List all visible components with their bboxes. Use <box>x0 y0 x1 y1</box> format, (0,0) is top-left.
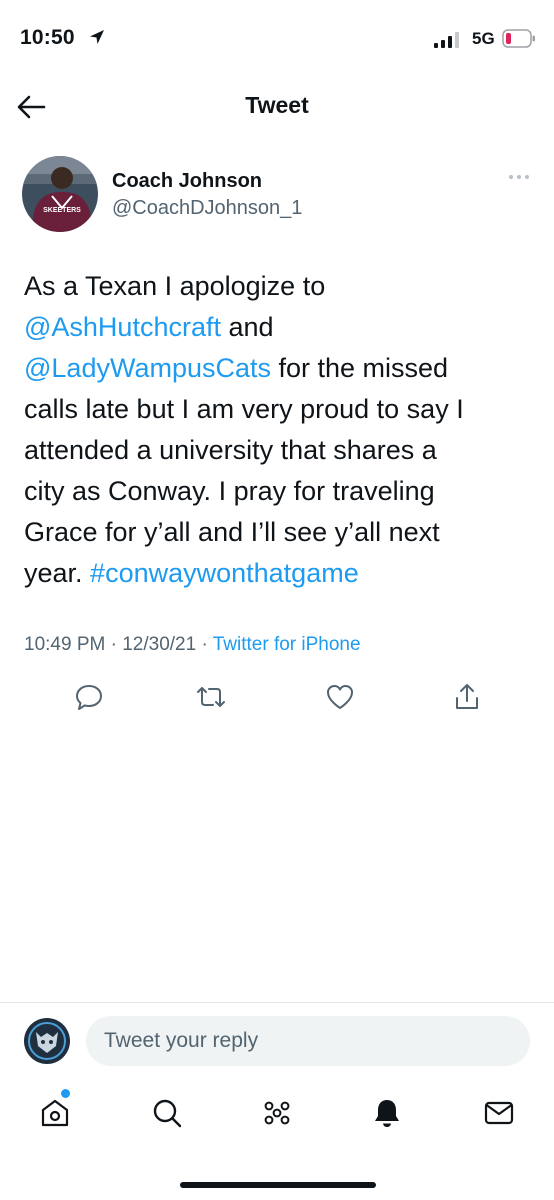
reply-icon[interactable] <box>74 682 104 712</box>
battery-icon <box>502 29 535 48</box>
tweet-text-segment: Grace for y’all and I’ll see y’all next <box>24 517 440 547</box>
tweet-text-segment: year. <box>24 558 91 588</box>
reply-bar-divider <box>0 1002 554 1003</box>
hashtag-link[interactable]: #conwaywonthatgame <box>90 558 359 588</box>
tweet-line: attended a university that shares a <box>24 430 534 471</box>
avatar-shirt-text: SKEETERS <box>43 207 81 214</box>
spaces-icon[interactable] <box>260 1096 294 1130</box>
author-handle[interactable]: @CoachDJohnson_1 <box>112 197 302 220</box>
share-icon[interactable] <box>452 682 482 712</box>
location-arrow-icon <box>90 30 104 44</box>
tweet-line: calls late but I am very proud to say I <box>24 389 534 430</box>
home-indicator <box>180 1182 376 1188</box>
tweet-text-segment: calls late but I am very proud to say I <box>24 394 464 424</box>
tweet-line: city as Conway. I pray for traveling <box>24 471 534 512</box>
tweet-text-segment: for the missed <box>271 353 449 383</box>
tweet-source-link[interactable]: Twitter for iPhone <box>213 634 361 655</box>
author-avatar[interactable]: SKEETERS <box>22 156 98 232</box>
home-icon[interactable] <box>38 1096 72 1130</box>
messages-icon[interactable] <box>482 1096 516 1130</box>
tweet-meta: 10:49 PM · 12/30/21 · Twitter for iPhone <box>24 634 361 656</box>
network-type: 5G <box>472 29 495 48</box>
more-options-icon[interactable] <box>508 172 530 182</box>
tweet-timestamp: 10:49 PM · 12/30/21 · <box>24 634 213 655</box>
tweet-text-segment: and <box>220 312 274 342</box>
like-icon[interactable] <box>325 682 355 712</box>
tweet-line: Grace for y’all and I’ll see y’all next <box>24 512 534 553</box>
signal-bars-icon <box>434 32 459 48</box>
author-name[interactable]: Coach Johnson <box>112 170 262 193</box>
home-notification-dot <box>61 1089 70 1098</box>
my-avatar[interactable] <box>24 1018 70 1064</box>
page-title: Tweet <box>245 92 309 118</box>
status-time: 10:50 <box>20 26 75 49</box>
notifications-icon[interactable] <box>370 1096 404 1130</box>
mention-link[interactable]: @AshHutchcraft <box>24 312 221 342</box>
tweet-line: As a Texan I apologize to <box>24 266 534 307</box>
retweet-icon[interactable] <box>196 682 226 712</box>
tweet-text-segment: city as Conway. I pray for traveling <box>24 476 435 506</box>
mention-link[interactable]: @LadyWampusCats <box>24 353 271 383</box>
tweet-line: @AshHutchcraft and <box>24 307 534 348</box>
reply-input[interactable]: Tweet your reply <box>86 1016 530 1066</box>
search-icon[interactable] <box>150 1096 184 1130</box>
tweet-text-segment: attended a university that shares a <box>24 435 437 465</box>
tweet-line: @LadyWampusCats for the missed <box>24 348 534 389</box>
tweet-line: year. #conwaywonthatgame <box>24 553 534 594</box>
tweet-text: As a Texan I apologize to @AshHutchcraft … <box>24 266 534 594</box>
tweet-text-segment: As a Texan I apologize to <box>24 271 326 301</box>
